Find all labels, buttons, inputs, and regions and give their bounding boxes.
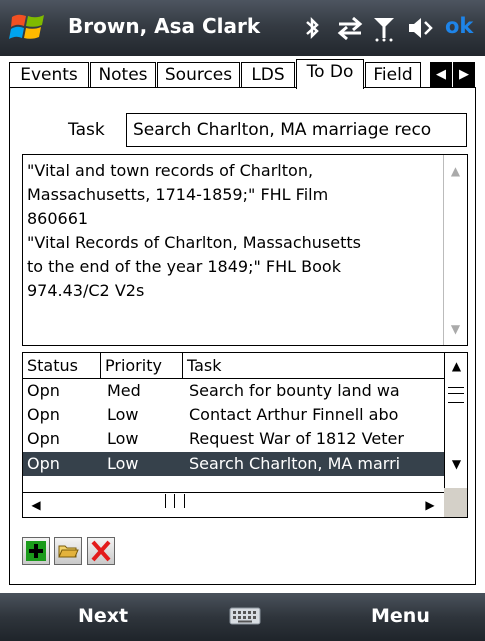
cell-priority: Low [107, 454, 139, 473]
tab-strip: Events Notes Sources LDS To Do Field ◀ ▶ [9, 59, 476, 89]
tab-sources[interactable]: Sources [157, 62, 240, 87]
column-header-task[interactable]: Task [183, 353, 444, 378]
scroll-down-arrow-icon[interactable]: ▼ [444, 317, 467, 341]
tab-scroll-right-button[interactable]: ▶ [453, 62, 475, 87]
tab-lds[interactable]: LDS [241, 62, 295, 87]
tab-notes[interactable]: Notes [90, 62, 156, 87]
table-row[interactable]: Opn Low Request War of 1812 Veter [23, 427, 444, 451]
table-header: Status Priority Task [23, 353, 444, 379]
cell-priority: Low [107, 405, 139, 424]
tab-to-do[interactable]: To Do [296, 59, 364, 89]
tab-scroll-left-button[interactable]: ◀ [430, 62, 452, 87]
open-button[interactable] [54, 537, 82, 565]
todo-panel: Task Search Charlton, MA marriage reco "… [9, 87, 476, 585]
scrollbar-corner [444, 488, 467, 517]
keyboard-icon[interactable] [229, 606, 261, 626]
notes-textarea[interactable]: "Vital and town records of Charlton, Mas… [22, 154, 468, 346]
table-row[interactable]: Opn Low Contact Arthur Finnell abo [23, 403, 444, 427]
column-header-priority[interactable]: Priority [101, 353, 183, 378]
open-folder-icon [58, 545, 79, 558]
scroll-thumb[interactable] [165, 494, 185, 508]
table-vertical-scrollbar[interactable]: ▲ ▼ [444, 353, 467, 488]
scroll-down-arrow-icon[interactable]: ▼ [445, 457, 467, 471]
cell-priority: Low [107, 429, 139, 448]
windows-start-icon[interactable] [8, 9, 48, 47]
cell-status: Opn [27, 405, 60, 424]
task-label: Task [68, 120, 105, 140]
next-soft-key[interactable]: Next [78, 605, 128, 627]
bluetooth-icon[interactable] [301, 12, 323, 44]
scroll-up-arrow-icon[interactable]: ▲ [444, 159, 467, 183]
task-input[interactable]: Search Charlton, MA marriage reco [126, 113, 467, 147]
cell-task: Search Charlton, MA marri [189, 454, 401, 473]
cell-task: Request War of 1812 Veter [189, 429, 404, 448]
notes-text: "Vital and town records of Charlton, Mas… [27, 161, 361, 300]
cell-priority: Med [107, 381, 141, 400]
delete-button[interactable] [87, 537, 115, 565]
cell-status: Opn [27, 454, 60, 473]
column-header-status[interactable]: Status [23, 353, 101, 378]
table-row-selected[interactable]: Opn Low Search Charlton, MA marri [23, 452, 444, 476]
notes-scrollbar[interactable]: ▲ ▼ [443, 155, 467, 345]
add-icon [26, 541, 46, 561]
volume-icon[interactable] [405, 12, 435, 44]
table-horizontal-scrollbar[interactable]: ◀ ▶ [23, 492, 444, 517]
add-button[interactable] [22, 537, 50, 565]
cell-task: Contact Arthur Finnell abo [189, 405, 399, 424]
data-connection-icon[interactable] [335, 12, 365, 44]
title-bar: Brown, Asa Clark ok [0, 0, 485, 56]
ok-button[interactable]: ok [445, 14, 473, 38]
scroll-up-arrow-icon[interactable]: ▲ [445, 359, 467, 373]
window-title: Brown, Asa Clark [68, 14, 261, 38]
soft-key-bar: Next Menu [0, 593, 485, 641]
menu-soft-key[interactable]: Menu [371, 605, 430, 627]
tab-field[interactable]: Field [365, 62, 421, 87]
tab-events[interactable]: Events [9, 62, 89, 87]
scroll-right-arrow-icon[interactable]: ▶ [421, 498, 439, 512]
delete-icon [91, 540, 111, 562]
scroll-left-arrow-icon[interactable]: ◀ [27, 498, 45, 512]
todo-table: Status Priority Task Opn Med Search for … [22, 352, 468, 518]
scroll-thumb[interactable] [448, 387, 464, 403]
signal-icon[interactable] [371, 12, 397, 44]
cell-task: Search for bounty land wa [189, 381, 400, 400]
cell-status: Opn [27, 429, 60, 448]
cell-status: Opn [27, 381, 60, 400]
table-row[interactable]: Opn Med Search for bounty land wa [23, 379, 444, 403]
